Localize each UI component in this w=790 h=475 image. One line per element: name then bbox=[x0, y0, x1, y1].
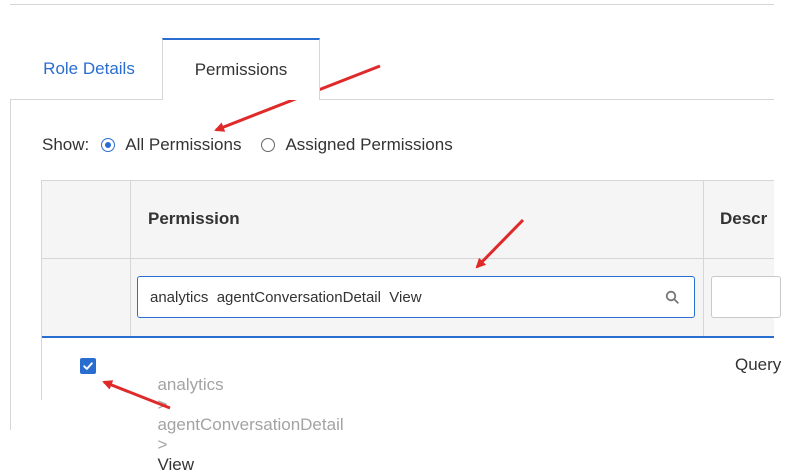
row-checkbox[interactable] bbox=[80, 358, 96, 374]
permission-search-value[interactable]: analytics agentConversationDetail View bbox=[150, 289, 660, 306]
show-filter: Show: All Permissions Assigned Permissio… bbox=[42, 133, 453, 157]
tabs-baseline bbox=[10, 99, 774, 100]
panel-left-border bbox=[10, 99, 11, 430]
permission-path: analytics > agentConversationDetail > Vi… bbox=[148, 355, 344, 475]
description-filter-input[interactable] bbox=[711, 276, 781, 318]
search-icon[interactable] bbox=[660, 285, 684, 309]
radio-all-permissions[interactable]: All Permissions bbox=[101, 135, 241, 155]
header-row-divider bbox=[42, 258, 774, 259]
column-header-permission[interactable]: Permission bbox=[148, 209, 240, 229]
tab-role-details[interactable]: Role Details bbox=[16, 38, 162, 100]
radio-all-permissions-label: All Permissions bbox=[125, 135, 242, 154]
permission-domain: analytics bbox=[157, 375, 224, 394]
radio-all-permissions-button[interactable] bbox=[101, 138, 116, 152]
tab-permissions[interactable]: Permissions bbox=[162, 38, 320, 100]
path-separator: > bbox=[157, 395, 168, 414]
path-separator: > bbox=[157, 435, 168, 454]
checkmark-icon bbox=[83, 362, 93, 370]
tab-role-details-label: Role Details bbox=[43, 59, 135, 78]
show-label: Show: bbox=[42, 135, 90, 154]
permission-action: View bbox=[157, 455, 194, 474]
radio-assigned-permissions[interactable]: Assigned Permissions bbox=[261, 135, 453, 155]
column-header-description[interactable]: Descr bbox=[720, 209, 774, 229]
permission-entity: agentConversationDetail bbox=[157, 415, 344, 434]
top-divider bbox=[10, 4, 774, 5]
tab-permissions-label: Permissions bbox=[194, 60, 288, 79]
radio-assigned-permissions-button[interactable] bbox=[261, 138, 276, 152]
radio-assigned-permissions-label: Assigned Permissions bbox=[285, 135, 453, 154]
permission-search-input[interactable]: analytics agentConversationDetail View bbox=[137, 276, 695, 318]
permission-description: Query bbox=[735, 355, 782, 374]
